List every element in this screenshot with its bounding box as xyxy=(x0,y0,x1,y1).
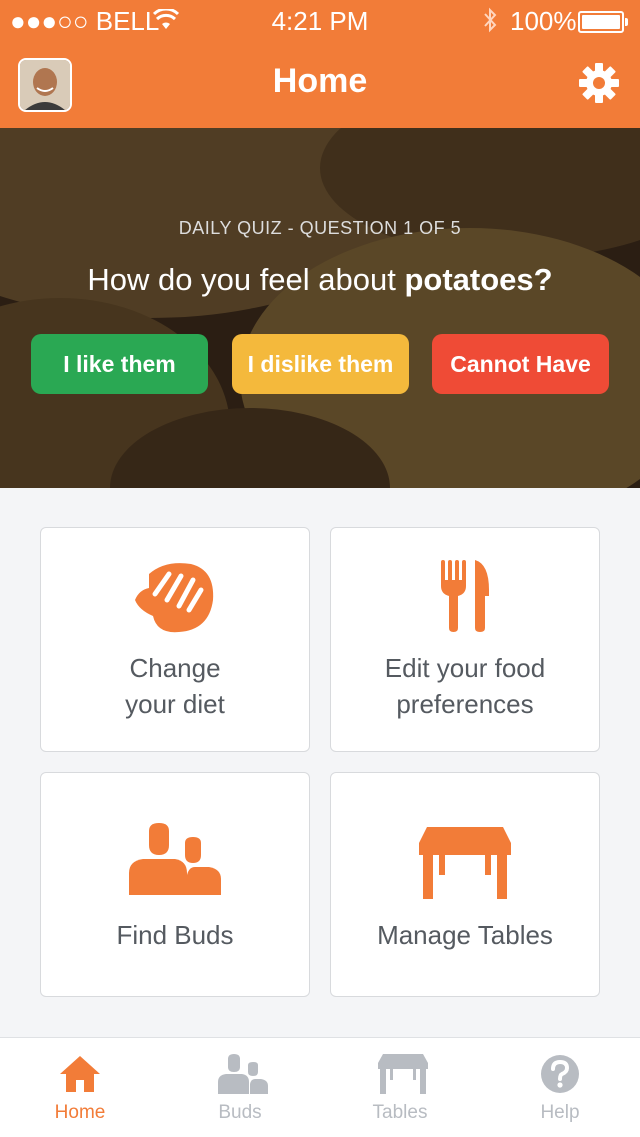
question-subject: potatoes? xyxy=(404,262,553,297)
table-icon xyxy=(419,827,511,899)
tab-help[interactable]: Help xyxy=(480,1038,640,1137)
tab-bar: Home Buds Tables Help xyxy=(0,1037,640,1137)
table-icon xyxy=(378,1054,428,1094)
question-text: How do you feel about xyxy=(87,262,405,297)
status-bar: ●●●○○ BELL 4:21 PM 100% xyxy=(0,0,640,40)
card-label: Edit your food preferences xyxy=(384,653,546,719)
card-label: Change your diet xyxy=(125,653,225,719)
food-preferences-card[interactable]: Edit your food preferences xyxy=(330,527,600,752)
nav-bar: Home xyxy=(0,40,640,128)
like-them-button[interactable]: I like them xyxy=(31,334,208,394)
tab-label: Home xyxy=(54,1102,106,1123)
people-icon xyxy=(218,1054,268,1094)
battery-percent: 100% xyxy=(510,6,577,36)
question-icon xyxy=(541,1055,579,1093)
potatoes-background-image xyxy=(0,128,640,488)
card-label: Find Buds xyxy=(116,920,234,950)
tab-home[interactable]: Home xyxy=(0,1038,160,1137)
find-buds-card[interactable]: Find Buds xyxy=(40,772,310,997)
card-label: Manage Tables xyxy=(377,920,553,950)
manage-tables-card[interactable]: Manage Tables xyxy=(330,772,600,997)
tab-label: Buds xyxy=(218,1102,262,1123)
quiz-progress-label: DAILY QUIZ - QUESTION 1 OF 5 xyxy=(178,218,462,238)
steak-icon xyxy=(135,563,214,633)
battery-icon xyxy=(578,11,628,33)
tab-tables[interactable]: Tables xyxy=(320,1038,480,1137)
quiz-question: How do you feel about potatoes? xyxy=(0,262,640,298)
people-icon xyxy=(129,823,221,895)
change-diet-card[interactable]: Change your diet xyxy=(40,527,310,752)
tab-label: Tables xyxy=(372,1102,428,1123)
dislike-them-button[interactable]: I dislike them xyxy=(232,334,409,394)
tab-buds[interactable]: Buds xyxy=(160,1038,320,1137)
cannot-have-button[interactable]: Cannot Have xyxy=(432,334,609,394)
home-icon xyxy=(60,1056,100,1092)
gear-icon[interactable] xyxy=(578,62,620,104)
tab-label: Help xyxy=(540,1102,580,1123)
daily-quiz-banner: DAILY QUIZ - QUESTION 1 OF 5 How do you … xyxy=(0,128,640,488)
bluetooth-icon xyxy=(484,7,497,33)
fork-knife-icon xyxy=(441,560,489,632)
page-title: Home xyxy=(272,62,368,100)
